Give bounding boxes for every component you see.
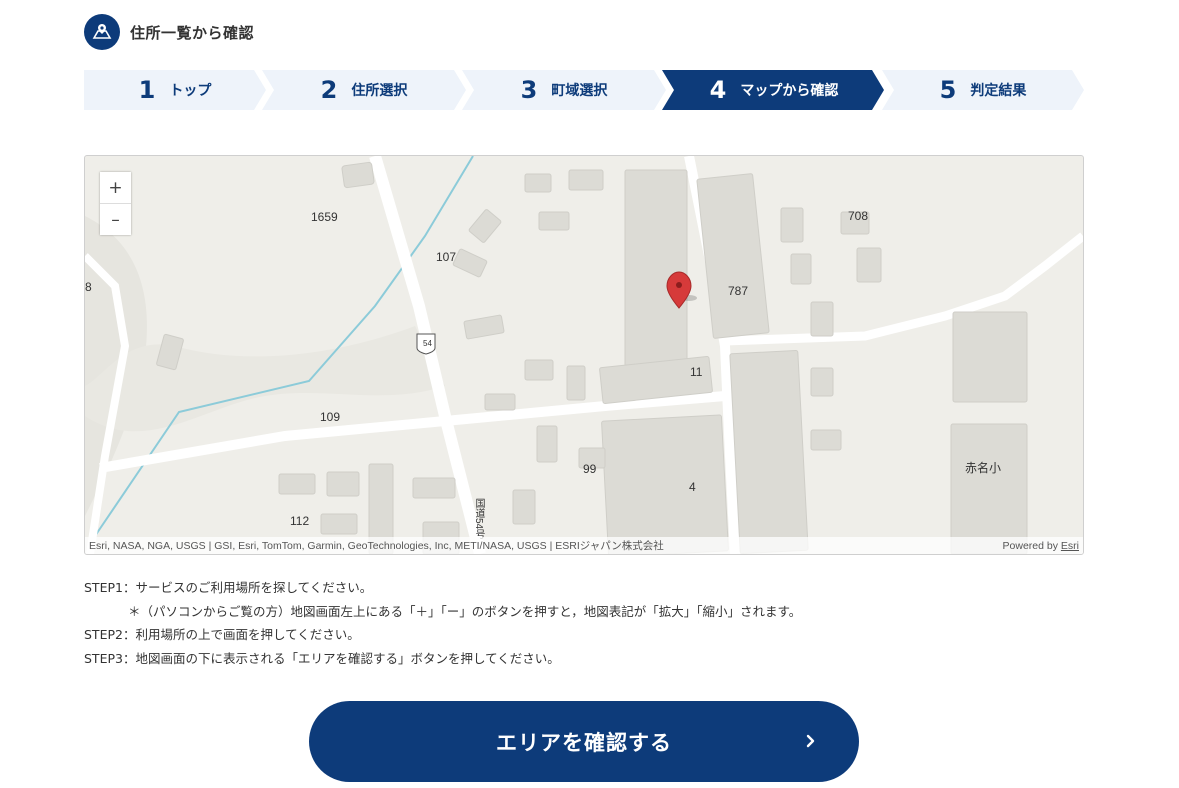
step-label: マップから確認: [740, 83, 839, 99]
zoom-control: + –: [100, 172, 131, 235]
map-label: 1659: [311, 210, 338, 224]
route-number-label: 54: [423, 339, 432, 348]
step-2: 2 住所選択: [262, 70, 466, 110]
page-header: 住所一覧から確認: [84, 13, 254, 51]
map-pin-icon: [84, 14, 120, 50]
check-area-button[interactable]: エリアを確認する: [309, 701, 859, 782]
map-label: 109: [320, 410, 341, 424]
attribution-text: Esri, NASA, NGA, USGS | GSI, Esri, TomTo…: [89, 540, 664, 552]
instruction-step3: STEP3：地図画面の下に表示される「エリアを確認する」ボタンを押してください。: [84, 650, 560, 666]
instruction-note: ＊（パソコンからご覧の方）地図画面左上にある「＋」「ー」のボタンを押すと，地図表…: [128, 603, 802, 619]
map-label: 708: [848, 209, 869, 223]
step-1: 1 トップ: [84, 70, 266, 110]
zoom-in-button[interactable]: +: [100, 172, 131, 203]
esri-link[interactable]: Esri: [1061, 540, 1079, 552]
map-label: 赤名小: [965, 461, 1002, 475]
step-number: 5: [939, 76, 957, 104]
road-name-label: 国道54号: [473, 498, 484, 540]
map-label: 787: [728, 284, 749, 298]
check-area-button-label: エリアを確認する: [496, 730, 672, 755]
chevron-right-icon: [806, 734, 815, 748]
powered-by: Powered by Esri: [1003, 540, 1079, 552]
map-label: 107: [436, 250, 457, 264]
step-label: トップ: [169, 83, 212, 99]
step-number: 1: [138, 76, 156, 104]
map-label: 8: [85, 280, 92, 294]
step-4-current: 4 マップから確認: [662, 70, 886, 110]
map-label: 4: [689, 480, 696, 494]
instruction-step1: STEP1：サービスのご利用場所を探してください。: [84, 580, 373, 595]
step-number: 4: [709, 76, 727, 104]
step-label: 住所選択: [351, 83, 408, 99]
step-number: 2: [320, 76, 338, 104]
step-5: 5 判定結果: [882, 70, 1084, 110]
zoom-out-button[interactable]: –: [100, 203, 131, 235]
instruction-step2: STEP2：利用場所の上で画面を押してください。: [84, 627, 360, 642]
map-attribution: Esri, NASA, NGA, USGS | GSI, Esri, TomTo…: [85, 537, 1083, 554]
powered-by-text: Powered by: [1002, 539, 1058, 552]
map-view[interactable]: 54 1659 107 708 787 8 11 109 99 4 112 赤名…: [84, 155, 1084, 555]
map-label: 99: [583, 462, 597, 476]
step-progress: 1 トップ 2 住所選択 3 町域選択 4 マップから確認 5 判定結果: [84, 70, 1084, 110]
page-title: 住所一覧から確認: [130, 23, 255, 42]
instructions: STEP1：サービスのご利用場所を探してください。 ＊（パソコンからご覧の方）地…: [84, 576, 801, 670]
step-label: 判定結果: [970, 83, 1027, 99]
map-label: 112: [290, 514, 310, 528]
step-label: 町域選択: [551, 83, 608, 99]
step-3: 3 町域選択: [462, 70, 666, 110]
step-number: 3: [520, 76, 538, 104]
map-label: 11: [690, 365, 703, 379]
map-tiles: [85, 156, 1083, 554]
